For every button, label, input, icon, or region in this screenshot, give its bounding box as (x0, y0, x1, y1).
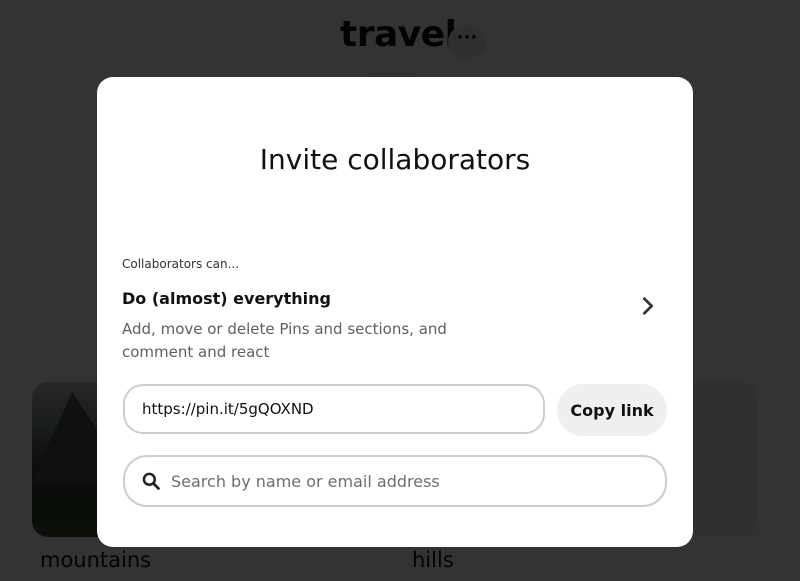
share-link-value[interactable]: https://pin.it/5gQOXND (142, 400, 314, 418)
dialog-title: Invite collaborators (259, 143, 531, 176)
permissions-selector[interactable]: Do (almost) everything Add, move or dele… (122, 285, 667, 365)
permissions-heading: Do (almost) everything (122, 289, 331, 308)
search-icon (142, 472, 160, 490)
permissions-description: Add, move or delete Pins and sections, a… (122, 320, 447, 361)
copy-link-button[interactable]: Copy link (557, 384, 667, 436)
search-input[interactable] (169, 456, 665, 506)
collaborator-search-field[interactable] (123, 455, 667, 507)
invite-collaborators-dialog: Invite collaborators Collaborators can..… (97, 77, 693, 547)
share-link-field[interactable]: https://pin.it/5gQOXND (123, 384, 545, 434)
permissions-caption: Collaborators can... (122, 257, 240, 271)
chevron-right-icon[interactable] (637, 295, 659, 317)
